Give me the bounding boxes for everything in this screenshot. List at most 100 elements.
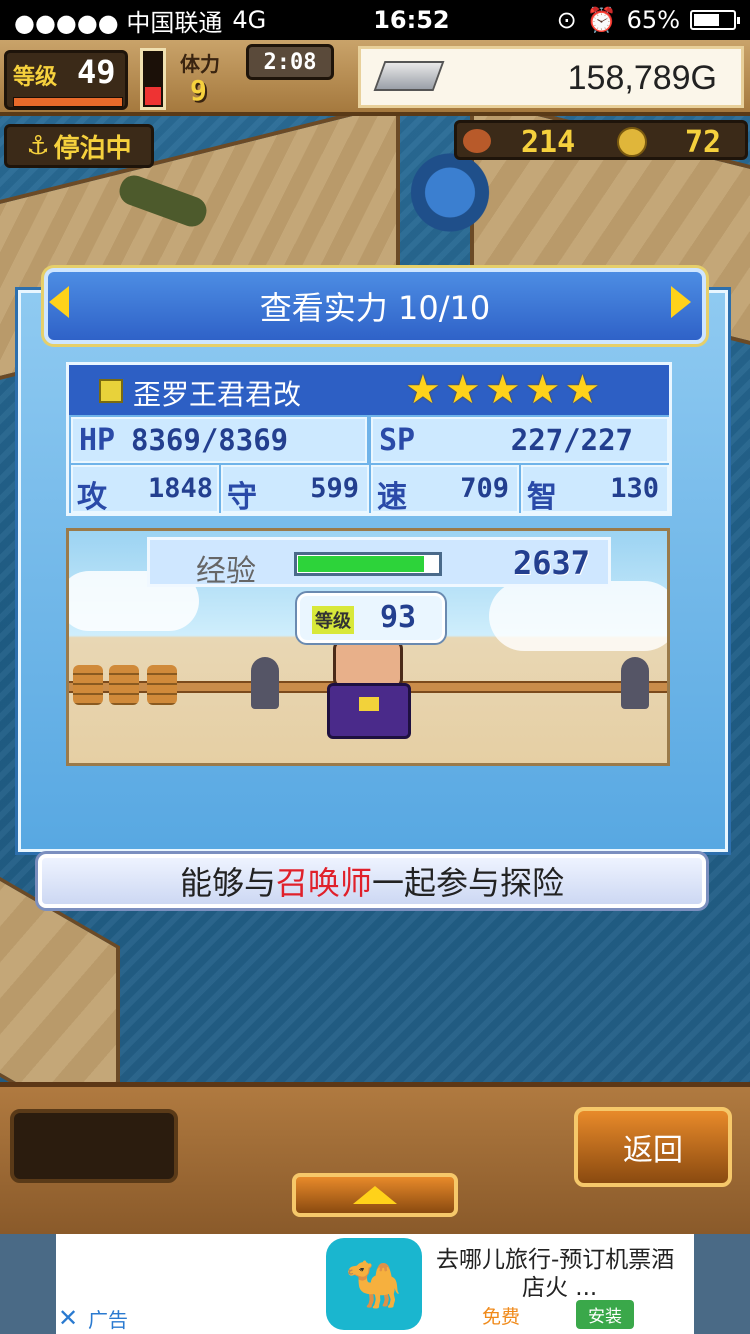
stamina-value: 9 <box>190 74 207 107</box>
docked-label: 停泊中 <box>53 133 132 164</box>
exp-bar <box>294 552 442 576</box>
name-row: 歪罗王君君改 ★ ★ ★ ★ ★ <box>69 365 669 415</box>
sp-cell: SP 227/227 <box>371 417 669 463</box>
medal-value: 72 <box>685 125 722 160</box>
int-cell: 智 130 <box>521 465 669 515</box>
ad-label: 广告 <box>88 1308 128 1332</box>
cannon-sprite <box>251 657 279 709</box>
star-icon: ★ <box>444 367 481 413</box>
gold-amount: 158,789G <box>567 59 717 97</box>
level-badge-value: 93 <box>380 600 417 635</box>
ad-close-button[interactable]: ✕ <box>58 1304 78 1332</box>
hp-value: 8369/8369 <box>131 423 289 457</box>
top-hud: 等级 49 体力 9 2:08 158,789G <box>0 40 750 116</box>
character-sprite <box>319 639 419 749</box>
medal-icon <box>617 127 647 157</box>
stamina-label: 体力 <box>180 52 220 76</box>
ad-install-button[interactable]: 安装 <box>576 1300 634 1329</box>
up-arrow-icon <box>353 1186 397 1204</box>
stat-box: 歪罗王君君改 ★ ★ ★ ★ ★ HP 8369/8369 SP 227/227… <box>66 362 672 516</box>
empty-slot <box>10 1109 178 1183</box>
back-button-label: 返回 <box>623 1133 683 1168</box>
level-plate[interactable]: 等级 49 <box>4 50 128 110</box>
barrel-sprite <box>109 665 139 705</box>
level-label: 等级 <box>13 65 58 90</box>
right-arrow-icon <box>671 286 691 318</box>
anchor-icon: ⚓ <box>26 131 50 161</box>
star-icon: ★ <box>524 367 561 413</box>
meat-icon <box>463 129 491 153</box>
character-name: 歪罗王君君改 <box>133 378 302 411</box>
exp-bar-fill <box>298 556 424 572</box>
ad-right-gray <box>694 1234 750 1334</box>
cannon-sprite <box>621 657 649 709</box>
eagle-sprite <box>400 152 500 242</box>
atk-label: 攻 <box>77 480 107 515</box>
barrel-sprite <box>73 665 103 705</box>
prev-arrow-button[interactable] <box>44 282 74 322</box>
rotation-lock-icon: ⊙ <box>556 6 577 34</box>
message-text-1: 能够与 <box>179 864 276 902</box>
battery-percent: 65% <box>626 6 680 34</box>
hp-label: HP <box>79 423 116 458</box>
hp-cell: HP 8369/8369 <box>71 417 367 463</box>
star-icon: ★ <box>484 367 521 413</box>
level-badge-label: 等级 <box>312 606 354 634</box>
spd-value: 709 <box>460 473 509 504</box>
resource-panel: 214 72 <box>454 120 748 160</box>
cloud-decoration <box>489 581 667 651</box>
message-highlight: 召唤师 <box>275 864 372 902</box>
alarm-icon: ⏰ <box>586 6 617 34</box>
sp-label: SP <box>379 423 416 458</box>
description-bar: 能够与 召唤师 一起参与探险 <box>38 854 706 908</box>
docked-status: ⚓ 停泊中 <box>4 124 154 168</box>
star-icon: ★ <box>405 367 441 413</box>
star-icon: ★ <box>564 367 601 413</box>
dialog-title: 查看实力 10/10 <box>259 289 491 327</box>
atk-cell: 攻 1848 <box>71 465 219 515</box>
expand-menu-button[interactable] <box>292 1173 458 1217</box>
level-badge: 等级 93 <box>297 593 445 643</box>
ad-free-label: 免费 <box>482 1306 521 1328</box>
int-value: 130 <box>610 473 659 504</box>
exp-label: 经验 <box>196 554 256 589</box>
spd-cell: 速 709 <box>371 465 519 515</box>
clock: 16:52 <box>373 6 450 34</box>
gear-icon <box>99 379 123 403</box>
ad-left-gray <box>0 1234 56 1334</box>
def-label: 守 <box>227 480 257 515</box>
ad-app-icon[interactable]: 🐪 <box>326 1238 422 1330</box>
timer-value: 2:08 <box>263 49 317 75</box>
bottom-bar: 返回 <box>0 1082 750 1234</box>
back-button[interactable]: 返回 <box>574 1107 732 1187</box>
def-cell: 守 599 <box>221 465 369 515</box>
ad-banner[interactable]: 🐪 去哪儿旅行-预订机票酒 店火 ... 免费 安装 ✕ 广告 <box>0 1234 750 1334</box>
spd-label: 速 <box>377 480 407 515</box>
character-preview: 经验 2637 等级 93 <box>66 528 670 766</box>
status-bar: ●●●●● 中国联通 4G 16:52 ⊙ ⏰ 65% <box>0 0 750 40</box>
gold-panel[interactable]: 158,789G <box>358 46 744 108</box>
message-text-2: 一起参与探险 <box>372 864 565 902</box>
exp-value: 2637 <box>512 544 590 582</box>
def-value: 599 <box>310 473 359 504</box>
barrel-sprite <box>147 665 177 705</box>
star-rating: ★ ★ ★ ★ ★ <box>405 367 600 413</box>
exp-panel: 经验 2637 <box>147 537 611 589</box>
stamina-gauge <box>140 48 166 110</box>
camel-icon: 🐪 <box>345 1256 403 1311</box>
network-label: 4G <box>232 6 267 34</box>
food-value: 214 <box>521 125 576 160</box>
atk-value: 1848 <box>147 473 213 504</box>
battery-icon <box>690 10 740 30</box>
carrier-label: ●●●●● 中国联通 <box>14 8 223 37</box>
left-arrow-icon <box>49 286 69 318</box>
dialog-title-bar: 查看实力 10/10 <box>44 268 706 344</box>
ad-title-line2: 店火 ... <box>522 1275 598 1301</box>
level-exp-bar <box>13 97 123 107</box>
level-value: 49 <box>77 53 116 91</box>
int-label: 智 <box>527 480 557 515</box>
sp-value: 227/227 <box>510 423 633 457</box>
next-arrow-button[interactable] <box>666 282 696 322</box>
timer-plate: 2:08 <box>246 44 334 80</box>
gold-bar-icon <box>373 61 445 91</box>
